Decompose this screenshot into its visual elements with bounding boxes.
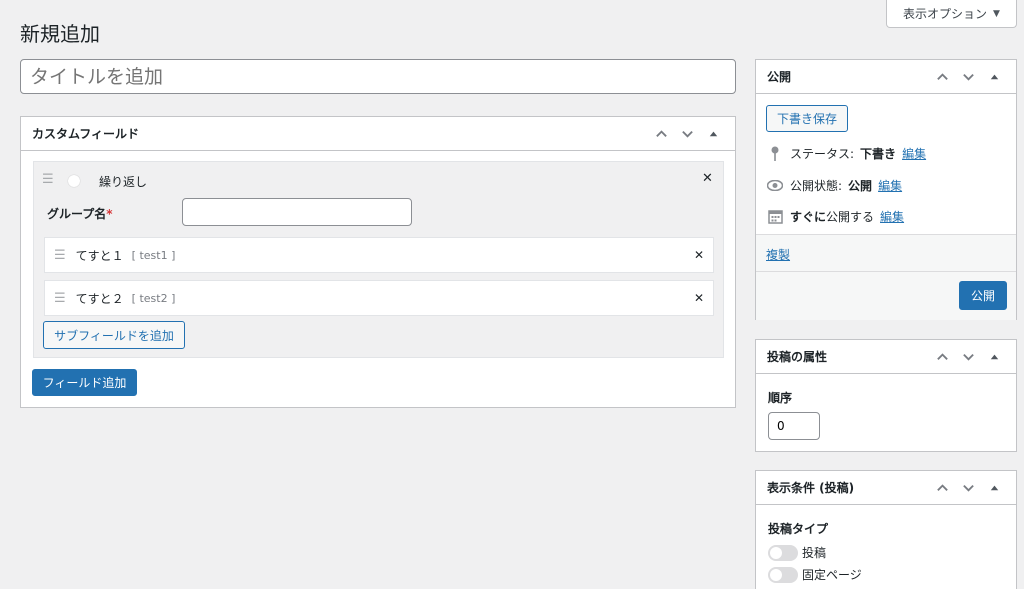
order-input[interactable]	[768, 412, 820, 440]
toggle-panel-icon[interactable]	[983, 477, 1005, 499]
add-field-button[interactable]: フィールド追加	[32, 369, 137, 396]
post-title-input[interactable]	[20, 59, 736, 94]
required-mark: *	[106, 207, 113, 221]
toggle-panel-icon[interactable]	[702, 123, 724, 145]
visibility-row: 公開状態: 公開 編集	[766, 177, 902, 194]
subfield-row[interactable]: ☰ てすと１ [ test1 ] ✕	[44, 237, 714, 273]
group-name-label: グループ名*	[47, 207, 113, 221]
custom-field-header: カスタムフィールド	[21, 117, 735, 151]
drag-handle-icon[interactable]: ☰	[54, 248, 66, 263]
eye-icon	[766, 180, 784, 191]
toggle-panel-icon[interactable]	[983, 346, 1005, 368]
caret-down-icon: ▼	[993, 8, 1000, 19]
save-draft-button[interactable]: 下書き保存	[766, 105, 848, 132]
move-up-icon[interactable]	[931, 477, 953, 499]
drag-handle-icon[interactable]: ☰	[42, 172, 54, 187]
subfield-key: [ test2 ]	[131, 291, 176, 305]
publish-button[interactable]: 公開	[959, 281, 1007, 310]
screen-options-button[interactable]: 表示オプション ▼	[886, 0, 1017, 28]
post-type-option: 固定ページ	[768, 566, 862, 583]
subfield-label: てすと２	[75, 291, 124, 306]
edit-status-link[interactable]: 編集	[902, 145, 926, 162]
publish-footer: 複製 公開	[756, 234, 1016, 320]
edit-schedule-link[interactable]: 編集	[880, 208, 904, 225]
publish-box: 公開 下書き保存 ステータス: 下書き 編集 公開状態: 公開 編集 すぐに公開…	[755, 59, 1017, 320]
move-down-icon[interactable]	[957, 346, 979, 368]
post-attributes-box: 投稿の属性 順序	[755, 339, 1017, 452]
publish-title: 公開	[767, 70, 792, 84]
display-conditions-header: 表示条件 (投稿)	[756, 471, 1016, 505]
add-subfield-button[interactable]: サブフィールドを追加	[43, 321, 185, 349]
move-down-icon[interactable]	[957, 66, 979, 88]
post-option-label: 投稿	[802, 546, 827, 560]
move-up-icon[interactable]	[650, 123, 672, 145]
status-value: 下書き	[860, 147, 897, 161]
page-option-label: 固定ページ	[802, 568, 862, 582]
move-up-icon[interactable]	[931, 346, 953, 368]
subfield-key: [ test1 ]	[131, 248, 176, 262]
custom-field-title: カスタムフィールド	[32, 127, 140, 141]
page-toggle[interactable]	[768, 566, 798, 583]
schedule-strong: すぐに	[790, 210, 827, 224]
toggle-panel-icon[interactable]	[983, 66, 1005, 88]
screen-options-label: 表示オプション	[903, 7, 988, 21]
publish-header: 公開	[756, 60, 1016, 94]
post-type-label: 投稿タイプ	[768, 522, 829, 536]
display-conditions-box: 表示条件 (投稿) 投稿タイプ 投稿 固定ページ	[755, 470, 1017, 589]
calendar-icon	[766, 209, 784, 224]
visibility-label: 公開状態:	[790, 179, 843, 193]
page-title: 新規追加	[20, 22, 100, 46]
post-attributes-header: 投稿の属性	[756, 340, 1016, 374]
duplicate-link[interactable]: 複製	[766, 246, 790, 263]
visibility-value: 公開	[848, 179, 873, 193]
close-icon[interactable]: ✕	[702, 171, 713, 186]
post-toggle[interactable]	[768, 544, 798, 561]
move-down-icon[interactable]	[676, 123, 698, 145]
field-group: ☰ 繰り返し ✕ グループ名* ☰ てすと１ [ test1 ] ✕ ☰ てすと…	[33, 161, 724, 358]
post-attributes-title: 投稿の属性	[767, 350, 828, 364]
display-conditions-title: 表示条件 (投稿)	[767, 481, 855, 495]
subfield-label: てすと１	[75, 248, 124, 263]
close-icon[interactable]: ✕	[694, 248, 704, 262]
schedule-row: すぐに公開する 編集	[766, 208, 904, 225]
status-label: ステータス:	[790, 147, 855, 161]
move-up-icon[interactable]	[931, 66, 953, 88]
schedule-text: 公開する	[826, 210, 875, 224]
custom-field-box: カスタムフィールド ☰ 繰り返し ✕ グループ名* ☰ てすと１ [ test1…	[20, 116, 736, 408]
post-type-option: 投稿	[768, 544, 826, 561]
move-down-icon[interactable]	[957, 477, 979, 499]
drag-handle-icon[interactable]: ☰	[54, 291, 66, 306]
subfield-row[interactable]: ☰ てすと２ [ test2 ] ✕	[44, 280, 714, 316]
close-icon[interactable]: ✕	[694, 291, 704, 305]
pin-icon	[766, 146, 784, 161]
order-label: 順序	[768, 391, 793, 405]
group-name-input[interactable]	[182, 198, 412, 226]
repeat-label: 繰り返し	[99, 175, 148, 189]
edit-visibility-link[interactable]: 編集	[878, 177, 902, 194]
status-row: ステータス: 下書き 編集	[766, 145, 926, 162]
